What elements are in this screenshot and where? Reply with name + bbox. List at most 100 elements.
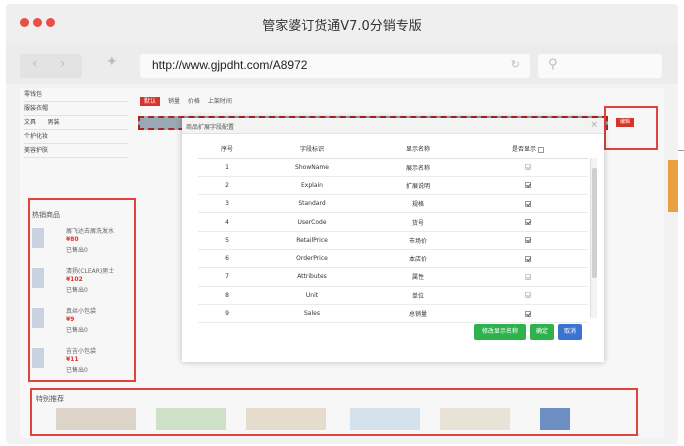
- table-row: 3 Standard 规格: [198, 194, 588, 214]
- show-checkbox[interactable]: [525, 255, 531, 262]
- column-header: 序号: [198, 140, 256, 159]
- dialog-header: 商品扩展字段配置 ×: [182, 118, 604, 134]
- address-bar[interactable]: http://www.gjpdht.com/A8972 ↻: [140, 54, 530, 78]
- reload-icon[interactable]: ↻: [511, 58, 520, 71]
- divider: [678, 150, 684, 151]
- display-name: 总销量: [368, 304, 468, 324]
- back-icon[interactable]: ‹: [32, 56, 38, 72]
- sort-price[interactable]: 价格: [188, 98, 200, 105]
- row-number: 8: [198, 286, 256, 305]
- field-config-dialog: 商品扩展字段配置 × 序号 字段标识 显示名称 是否显示 1 ShowName 展示…: [182, 118, 604, 362]
- product-price: ¥102: [66, 276, 83, 283]
- edit-button[interactable]: 编辑: [616, 118, 634, 127]
- hot-product-item[interactable]: 屑飞达去屑洗发水 ¥80 已售出0: [32, 224, 132, 264]
- show-cell: [468, 194, 588, 214]
- nav-item[interactable]: 个护化妆: [24, 130, 128, 144]
- recommend-image[interactable]: [56, 408, 136, 430]
- close-icon[interactable]: ×: [590, 120, 598, 130]
- column-header: 显示名称: [368, 140, 468, 159]
- show-checkbox[interactable]: [525, 237, 531, 244]
- recommend-image[interactable]: [350, 408, 420, 430]
- product-name: 真丝小包袋: [66, 308, 97, 315]
- show-checkbox[interactable]: [525, 200, 531, 207]
- search-box[interactable]: ⚲: [538, 54, 662, 78]
- recommend-image[interactable]: [246, 408, 326, 430]
- show-checkbox: [525, 292, 531, 299]
- display-name: 属性: [368, 267, 468, 287]
- display-name: 货号: [368, 212, 468, 232]
- hot-product-item[interactable]: 真丝小包袋 ¥9 已售出0: [32, 304, 132, 344]
- new-tab-icon[interactable]: ✦: [106, 54, 118, 70]
- sort-default[interactable]: 默认: [140, 97, 161, 106]
- select-all-checkbox[interactable]: [538, 146, 544, 153]
- show-cell: [468, 249, 588, 269]
- product-thumbnail: [32, 348, 44, 368]
- nav-item-row: 文具 男装: [24, 116, 128, 130]
- field-key: Standard: [256, 194, 368, 214]
- product-sold: 已售出0: [66, 367, 88, 374]
- field-key: ShowName: [256, 158, 368, 177]
- product-thumbnail: [32, 228, 44, 248]
- show-cell: [468, 231, 588, 250]
- highlight-box-edit: [604, 106, 658, 150]
- nav-buttons: ‹ ›: [20, 54, 82, 78]
- nav-item[interactable]: 服装衣帽: [24, 102, 128, 116]
- cancel-button[interactable]: 取消: [558, 324, 582, 340]
- nav-item[interactable]: 文具: [24, 119, 36, 126]
- field-key: RetailPrice: [256, 231, 368, 250]
- field-key: Sales: [256, 304, 368, 324]
- modify-display-name-button[interactable]: 修改显示名称: [474, 324, 526, 340]
- browser-toolbar: ‹ › ✦ http://www.gjpdht.com/A8972 ↻ ⚲: [6, 44, 678, 84]
- show-checkbox[interactable]: [525, 182, 531, 189]
- scrollbar-thumb[interactable]: [592, 168, 597, 278]
- column-header-label: 是否显示: [511, 146, 536, 154]
- table-row: 6 OrderPrice 本店价: [198, 249, 588, 269]
- product-price: ¥80: [66, 236, 79, 243]
- field-key: Unit: [256, 286, 368, 305]
- table-row: 4 UserCode 货号: [198, 212, 588, 232]
- confirm-button[interactable]: 确定: [530, 324, 554, 340]
- show-checkbox: [525, 273, 531, 280]
- show-checkbox[interactable]: [525, 310, 531, 317]
- row-number: 2: [198, 176, 256, 196]
- table-row: 5 RetailPrice 市场价: [198, 231, 588, 250]
- row-number: 5: [198, 231, 256, 250]
- nav-item[interactable]: 美容护肤: [24, 144, 128, 158]
- row-number: 6: [198, 249, 256, 269]
- show-cell: [468, 286, 588, 305]
- nav-item[interactable]: 零钱包: [24, 88, 128, 102]
- row-number: 3: [198, 194, 256, 214]
- field-key: Attributes: [256, 267, 368, 287]
- show-checkbox[interactable]: [525, 219, 531, 226]
- sort-bar: 默认 销量 价格 上架时间: [140, 96, 238, 106]
- hot-product-item[interactable]: 清扬(CLEAR)男士 ¥102 已售出0: [32, 264, 132, 304]
- display-name: 市场价: [368, 231, 468, 250]
- display-name: 规格: [368, 194, 468, 214]
- nav-item[interactable]: 男装: [47, 119, 59, 126]
- table-header-row: 序号 字段标识 显示名称 是否显示: [198, 140, 588, 159]
- sort-date[interactable]: 上架时间: [208, 98, 232, 105]
- window-title: 管家婆订货通V7.0分销专版: [262, 19, 422, 34]
- display-name: 展示名称: [368, 158, 468, 177]
- floating-side-tab[interactable]: [668, 160, 678, 212]
- search-icon: ⚲: [548, 57, 558, 72]
- hot-product-item[interactable]: 吉吉小包袋 ¥11 已售出0: [32, 344, 132, 384]
- display-name: 本店价: [368, 249, 468, 269]
- column-header: 字段标识: [256, 140, 368, 159]
- sort-sales[interactable]: 销量: [168, 98, 180, 105]
- recommend-image[interactable]: [540, 408, 570, 430]
- table-row: 1 ShowName 展示名称: [198, 158, 588, 177]
- recommend-image[interactable]: [440, 408, 510, 430]
- left-category-nav: 零钱包 服装衣帽 文具 男装 个护化妆 美容护肤: [24, 88, 128, 158]
- table-scrollbar[interactable]: [590, 158, 597, 318]
- product-name: 清扬(CLEAR)男士: [66, 268, 115, 275]
- table-row: 8 Unit 单位: [198, 286, 588, 305]
- product-thumbnail: [32, 308, 44, 328]
- display-name: 单位: [368, 286, 468, 305]
- forward-icon[interactable]: ›: [60, 56, 66, 72]
- product-price: ¥9: [66, 316, 75, 323]
- table-row: 2 Explain 扩展说明: [198, 176, 588, 196]
- show-cell: [468, 304, 588, 324]
- field-table: 序号 字段标识 显示名称 是否显示 1 ShowName 展示名称 2 Explain…: [198, 140, 588, 324]
- recommend-image[interactable]: [156, 408, 226, 430]
